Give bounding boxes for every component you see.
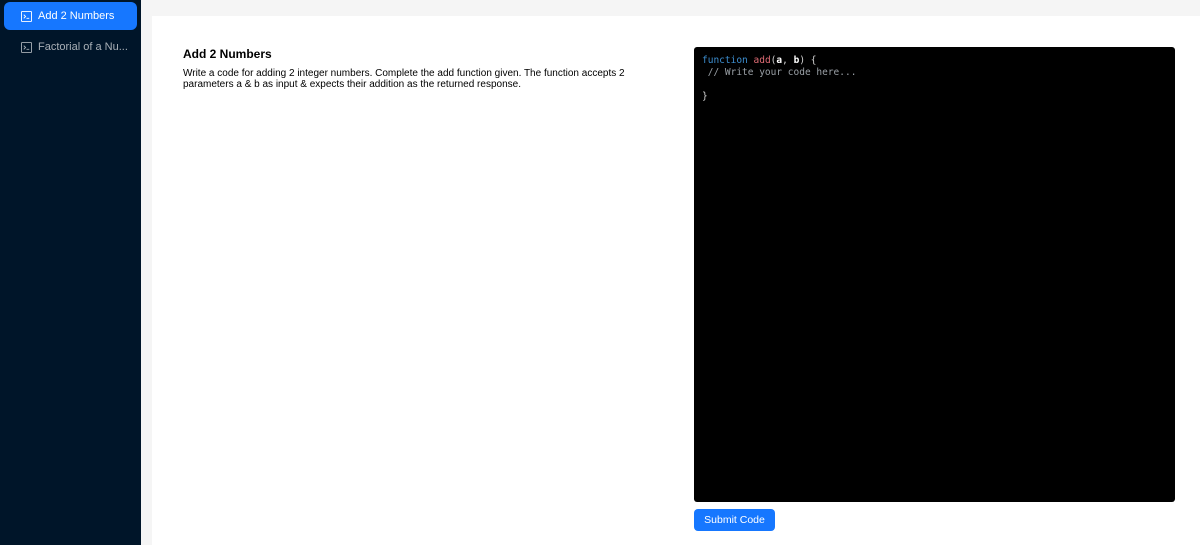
code-comma: ,: [782, 55, 794, 66]
code-editor[interactable]: function add(a, b) { // Write your code …: [694, 47, 1175, 502]
code-icon: [21, 10, 32, 22]
code-keyword: function: [702, 55, 748, 66]
header-bar: [141, 0, 1200, 16]
code-comment: // Write your code here...: [702, 67, 857, 78]
code-closing-brace: }: [702, 91, 708, 102]
code-function-name: add: [753, 55, 771, 66]
submit-code-button[interactable]: Submit Code: [694, 509, 775, 531]
sidebar: Add 2 Numbers Factorial of a Nu...: [0, 0, 141, 545]
code-icon: [21, 41, 32, 53]
sidebar-item-factorial[interactable]: Factorial of a Nu...: [4, 33, 137, 61]
question-description: Write a code for adding 2 integer number…: [183, 68, 625, 90]
code-signature-end: ) {: [799, 55, 817, 66]
main-content: Add 2 Numbers Write a code for adding 2 …: [152, 16, 1200, 545]
question-panel: Add 2 Numbers Write a code for adding 2 …: [183, 47, 653, 90]
sidebar-item-label: Add 2 Numbers: [38, 10, 115, 22]
sidebar-item-label: Factorial of a Nu...: [38, 41, 128, 53]
question-title: Add 2 Numbers: [183, 47, 272, 61]
app-window: Add 2 Numbers Factorial of a Nu... Add 2…: [0, 0, 1200, 545]
sidebar-item-add-2-numbers[interactable]: Add 2 Numbers: [4, 2, 137, 30]
